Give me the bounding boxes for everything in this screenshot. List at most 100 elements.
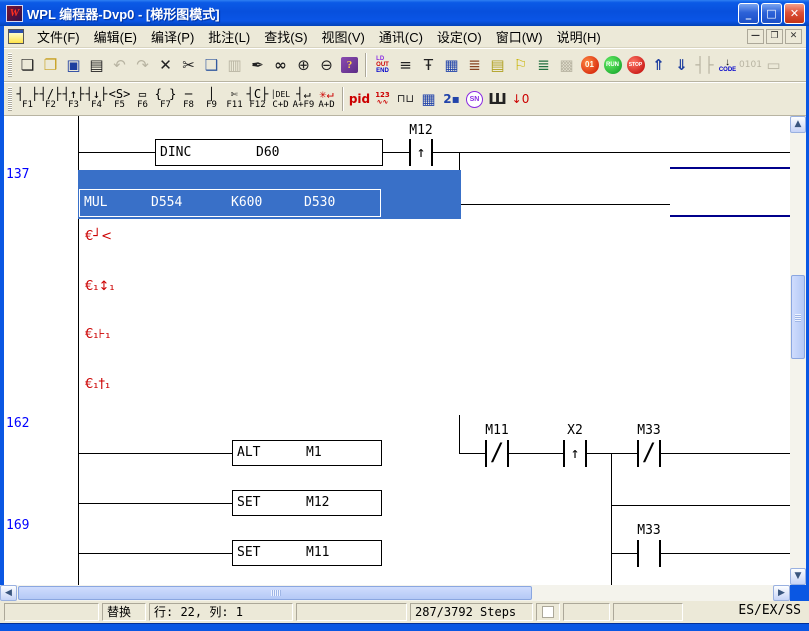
monitor-off-button[interactable]: ▩ [555, 52, 578, 78]
instruction-box-dinc[interactable]: DINC D60 [155, 139, 383, 166]
device-table-button[interactable]: ▦ [417, 86, 440, 112]
instruction-box-set-m12[interactable]: SET M12 [232, 490, 382, 516]
mdi-restore-button[interactable]: ❐ [766, 29, 783, 44]
app-icon[interactable]: W [6, 5, 23, 22]
cut-button[interactable]: ✂ [177, 52, 200, 78]
coil-off-button[interactable]: ▭ [762, 52, 785, 78]
undo-icon: ↶ [113, 57, 126, 73]
contact-no-button[interactable]: ┤ ├F1 [16, 84, 39, 114]
vline-button[interactable]: │F9 [200, 84, 223, 114]
menu-communication[interactable]: 通讯(C) [372, 25, 430, 48]
hline-button[interactable]: ─F8 [177, 84, 200, 114]
menu-compile[interactable]: 编译(P) [144, 25, 201, 48]
redo-button[interactable]: ↷ [131, 52, 154, 78]
delete-line-button[interactable]: ✄F11 [223, 84, 246, 114]
menu-search[interactable]: 查找(S) [257, 25, 314, 48]
instruction-list-view-button[interactable]: LDOUTEND [371, 52, 394, 78]
ladder-canvas[interactable]: DINC D60 M12 ↑ MUL D554 K600 D530 [4, 116, 790, 585]
zoom-in-button[interactable]: ⊕ [292, 52, 315, 78]
instruction-box-set-m11[interactable]: SET M11 [232, 540, 382, 566]
scroll-left-button[interactable]: ◀ [0, 585, 17, 601]
sn-ball-button[interactable]: SN [463, 86, 486, 112]
vertical-scrollbar[interactable]: ▲ ▼ [790, 116, 806, 585]
zoom-out-button[interactable]: ⊖ [315, 52, 338, 78]
square-wave-button[interactable]: ⊓⊔ [394, 86, 417, 112]
delete-vline-button[interactable]: │DELC+D [269, 84, 292, 114]
toolbar-grip-2[interactable] [8, 87, 12, 111]
menu-edit[interactable]: 编辑(E) [87, 25, 144, 48]
contact-falling-button[interactable]: ┤↓├F4 [85, 84, 108, 114]
comment-tag-button[interactable]: ⚐ [509, 52, 532, 78]
window-title: WPL 编程器-Dvp0 - [梯形图模式] [27, 4, 736, 23]
instruction-box-alt[interactable]: ALT M1 [232, 440, 382, 466]
delete-row-button[interactable]: ✳↵A+D [315, 84, 338, 114]
op-label: SET [237, 491, 260, 515]
step-button[interactable]: <S>F5 [108, 84, 131, 114]
scroll-down-button[interactable]: ▼ [790, 568, 806, 585]
delete-button[interactable]: ✕ [154, 52, 177, 78]
copy-button[interactable]: ❑ [200, 52, 223, 78]
instruction-box-mul[interactable]: MUL D554 K600 D530 [79, 189, 381, 217]
horizontal-scrollbar[interactable]: ◀ ▶ [0, 585, 790, 601]
menu-view[interactable]: 视图(V) [315, 25, 372, 48]
scroll-up-button[interactable]: ▲ [790, 116, 806, 133]
sfc-view-button[interactable]: Ŧ [417, 52, 440, 78]
menu-file[interactable]: 文件(F) [30, 25, 87, 48]
contact-m12-rising[interactable]: ↑ [409, 139, 433, 166]
toolbar-grip[interactable] [8, 53, 12, 77]
station-01-button[interactable]: 01 [578, 52, 601, 78]
contact-m33-no[interactable] [637, 540, 661, 567]
new-button[interactable]: ❏ [16, 52, 39, 78]
counter-contact-button[interactable]: ┤C├F12 [246, 84, 269, 114]
horizontal-scroll-thumb[interactable] [18, 586, 532, 600]
print-button[interactable]: ▤ [85, 52, 108, 78]
save-button[interactable]: ▣ [62, 52, 85, 78]
contact-nc-button[interactable]: ┤/├F2 [39, 84, 62, 114]
zero-reset-button[interactable]: ↓0 [509, 86, 532, 112]
pid-button[interactable]: pid [348, 86, 371, 112]
menu-comment[interactable]: 批注(L) [201, 25, 257, 48]
close-button[interactable]: ✕ [784, 3, 805, 24]
comment-list-button[interactable]: ▤ [486, 52, 509, 78]
menu-options[interactable]: 设定(O) [430, 25, 489, 48]
contact-m11-nc[interactable]: / [485, 440, 509, 467]
undo-button[interactable]: ↶ [108, 52, 131, 78]
contact-off-button[interactable]: ┤├ [693, 52, 716, 78]
red-mark: €₁↕₁ [85, 279, 115, 295]
paste-button[interactable]: ▥ [223, 52, 246, 78]
scale-123-button[interactable]: 123∿∿ [371, 86, 394, 112]
comment-table-button[interactable]: ▦ [440, 52, 463, 78]
contact-rising-button[interactable]: ┤↑├F3 [62, 84, 85, 114]
upload-button[interactable]: ⇑ [647, 52, 670, 78]
find-button[interactable]: ∞ [269, 52, 292, 78]
rising-edge-symbol: ↑ [411, 139, 431, 166]
minimize-button[interactable]: _ [738, 3, 759, 24]
sort-button[interactable]: 2▪ [440, 86, 463, 112]
replace-button[interactable]: ✒ [246, 52, 269, 78]
stop-button[interactable]: STOP [624, 52, 647, 78]
application-instruction-button[interactable]: { }F7 [154, 84, 177, 114]
ladder-edit-button[interactable]: ≣ [463, 52, 486, 78]
contact-m33-nc[interactable]: / [637, 440, 661, 467]
vertical-scroll-thumb[interactable] [791, 275, 805, 359]
mdi-minimize-button[interactable]: — [747, 29, 764, 44]
menu-help[interactable]: 说明(H) [550, 25, 608, 48]
coil-button[interactable]: ▭F6 [131, 84, 154, 114]
ladder-view-button[interactable]: ≡ [394, 52, 417, 78]
insert-row-button[interactable]: ┤↵A+F9 [292, 84, 315, 114]
ladder-monitor-button[interactable]: ≣ [532, 52, 555, 78]
run-button[interactable]: RUN [601, 52, 624, 78]
binary-off-button[interactable]: 0101 [739, 52, 762, 78]
help-button[interactable]: ? [338, 52, 361, 78]
open-button[interactable]: ❐ [39, 52, 62, 78]
save-icon: ▣ [66, 57, 80, 73]
code-button[interactable]: ↓CODE [716, 52, 739, 78]
document-icon[interactable] [8, 29, 24, 44]
download-button[interactable]: ⇓ [670, 52, 693, 78]
maximize-button[interactable]: □ [761, 3, 782, 24]
mdi-close-button[interactable]: ✕ [785, 29, 802, 44]
scroll-right-button[interactable]: ▶ [773, 585, 790, 601]
fence-button[interactable]: Ш [486, 86, 509, 112]
contact-x2-rising[interactable]: ↑ [563, 440, 587, 467]
menu-window[interactable]: 窗口(W) [489, 25, 550, 48]
